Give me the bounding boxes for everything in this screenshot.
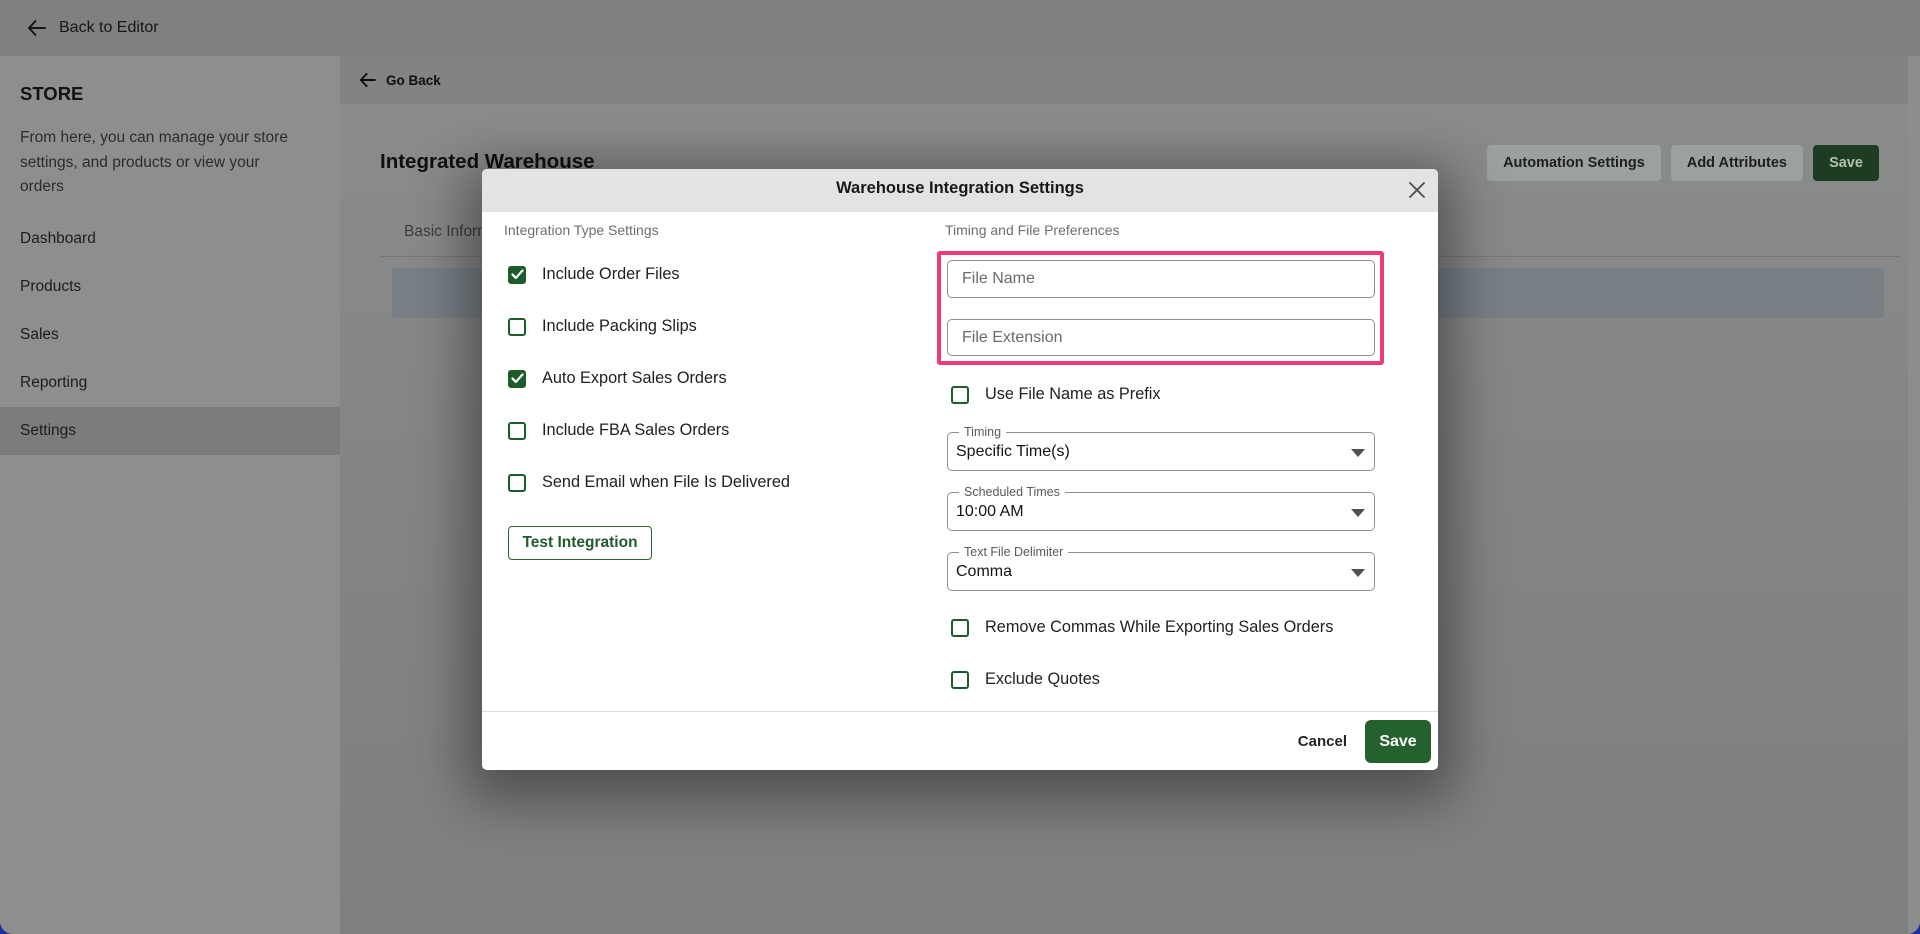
checkbox-use-file-name-as-prefix[interactable]: Use File Name as Prefix (951, 385, 1161, 404)
sidebar-title: STORE (20, 83, 84, 104)
checkbox-label: Send Email when File Is Delivered (542, 473, 790, 491)
checkbox-include-packing-slips[interactable]: Include Packing Slips (508, 317, 697, 336)
timing-select[interactable]: Timing Specific Time(s) (947, 425, 1375, 471)
sidebar-item-dashboard[interactable]: Dashboard (0, 215, 340, 263)
checkbox-label: Exclude Quotes (985, 670, 1100, 688)
go-back-label: Go Back (386, 72, 441, 88)
arrow-left-icon (359, 73, 376, 87)
select-value: Comma (956, 562, 1013, 580)
checkbox-checked-icon (508, 369, 526, 388)
footer-divider (482, 711, 1438, 712)
checkbox-unchecked-icon (508, 473, 526, 492)
select-value: Specific Time(s) (956, 442, 1070, 460)
checkbox-label: Include Packing Slips (542, 317, 697, 335)
go-back-button[interactable]: Go Back (359, 73, 441, 88)
checkbox-checked-icon (508, 265, 526, 284)
app-page: Back to Editor STORE From here, you can … (0, 0, 1920, 934)
checkbox-unchecked-icon (951, 618, 969, 637)
page-actions: Automation Settings Add Attributes Save (1487, 145, 1879, 181)
checkbox-include-order-files[interactable]: Include Order Files (508, 265, 680, 284)
checkbox-unchecked-icon (508, 421, 526, 440)
checkbox-label: Include Order Files (542, 265, 680, 283)
sidebar-item-products[interactable]: Products (0, 263, 340, 311)
back-to-editor-button[interactable]: Back to Editor (27, 19, 159, 37)
automation-settings-button[interactable]: Automation Settings (1487, 145, 1661, 181)
select-value: 10:00 AM (956, 502, 1024, 520)
scrollbar-track[interactable] (1908, 56, 1920, 934)
checkbox-include-fba-sales-orders[interactable]: Include FBA Sales Orders (508, 421, 729, 440)
add-attributes-button[interactable]: Add Attributes (1670, 145, 1803, 181)
checkbox-exclude-quotes[interactable]: Exclude Quotes (951, 670, 1100, 689)
checkbox-unchecked-icon (508, 317, 526, 336)
checkbox-unchecked-icon (951, 385, 969, 404)
checkbox-label: Auto Export Sales Orders (542, 369, 727, 387)
modal-header: Warehouse Integration Settings (482, 169, 1438, 212)
go-back-bar: Go Back (340, 56, 1920, 104)
chevron-down-icon (1351, 569, 1365, 577)
sidebar-item-sales[interactable]: Sales (0, 311, 340, 359)
warehouse-integration-settings-modal: Warehouse Integration Settings Integrati… (482, 169, 1438, 770)
sidebar-description: From here, you can manage your store set… (20, 129, 288, 195)
page-save-button[interactable]: Save (1813, 145, 1879, 181)
checkbox-label: Include FBA Sales Orders (542, 421, 730, 439)
top-bar: Back to Editor (0, 0, 1920, 56)
integration-type-settings-label: Integration Type Settings (504, 222, 659, 238)
scheduled-times-select[interactable]: Scheduled Times 10:00 AM (947, 485, 1375, 531)
sidebar-item-settings[interactable]: Settings (0, 407, 340, 455)
modal-footer: Cancel Save (1296, 720, 1431, 763)
test-integration-button[interactable]: Test Integration (508, 526, 652, 560)
back-to-editor-label: Back to Editor (59, 19, 159, 36)
modal-title: Warehouse Integration Settings (836, 179, 1084, 197)
checkbox-auto-export-sales-orders[interactable]: Auto Export Sales Orders (508, 369, 727, 388)
cancel-button[interactable]: Cancel (1296, 733, 1349, 750)
sidebar-item-reporting[interactable]: Reporting (0, 359, 340, 407)
close-icon[interactable] (1406, 179, 1428, 201)
text-file-delimiter-select[interactable]: Text File Delimiter Comma (947, 545, 1375, 591)
sidebar: STORE From here, you can manage your sto… (0, 56, 340, 934)
checkbox-label: Remove Commas While Exporting Sales Orde… (985, 618, 1334, 636)
checkbox-unchecked-icon (951, 670, 969, 689)
sidebar-menu: Dashboard Products Sales Reporting Setti… (0, 215, 340, 455)
file-name-input[interactable] (947, 260, 1375, 298)
file-extension-input[interactable] (947, 319, 1375, 356)
checkbox-send-email-when-file-delivered[interactable]: Send Email when File Is Delivered (508, 473, 790, 492)
timing-file-preferences-label: Timing and File Preferences (945, 222, 1120, 238)
checkbox-label: Use File Name as Prefix (985, 385, 1161, 403)
chevron-down-icon (1351, 449, 1365, 457)
arrow-left-icon (28, 20, 46, 36)
checkbox-remove-commas[interactable]: Remove Commas While Exporting Sales Orde… (951, 618, 1333, 637)
modal-save-button[interactable]: Save (1365, 720, 1431, 763)
chevron-down-icon (1351, 509, 1365, 517)
